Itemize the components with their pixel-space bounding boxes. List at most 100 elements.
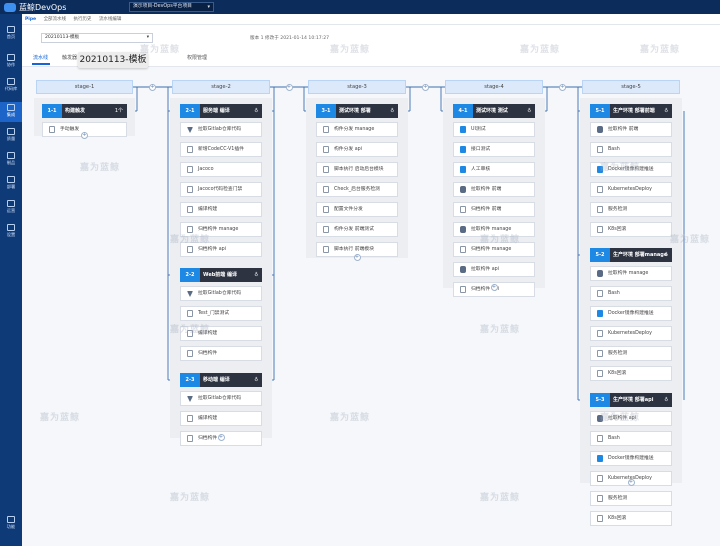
task-item[interactable]: Jacoco [180,162,262,177]
project-selector[interactable]: 演示项目-DevOps平台项目 ▾ [129,2,214,12]
task-item[interactable]: K8s回滚 [590,511,672,526]
task-item[interactable]: 拉取Gitlab仓库代码 [180,286,262,301]
pipeline-select[interactable]: 20210113-模板 ▾ [41,33,153,43]
task-name: 归档构件 api [198,247,227,252]
sidebar-item-deploy[interactable]: 部署 [0,174,22,194]
sidebar-item-artifact[interactable]: 制品 [0,150,22,170]
task-item[interactable]: 归档构件 前端 [453,202,535,217]
watermark: 嘉为蓝鲸 [40,413,81,423]
job-header[interactable]: 2-1 服务端 编译 ♁ [180,104,262,118]
task-name: 服务检测 [608,207,628,212]
task-item[interactable]: 服务检测 [590,346,672,361]
task-item[interactable]: 接口测试 [453,142,535,157]
task-item[interactable]: 服务检测 [590,202,672,217]
task-item[interactable]: Bash [590,431,672,446]
watermark: 嘉为蓝鲸 [480,325,521,335]
job-header[interactable]: 2-3 移动端 编译 ♁ [180,373,262,387]
stage-header[interactable]: stage-3 [308,80,406,94]
stage-name: stage-2 [211,84,231,90]
task-doc-icon [187,186,193,193]
task-item[interactable]: 构件分发 前端测试 [316,222,398,237]
breadcrumb-history[interactable]: 执行历史 [74,17,92,22]
task-item[interactable]: 配置文件分发 [316,202,398,217]
task-item[interactable]: 构件分发 api [316,142,398,157]
job-number: 5-2 [590,248,610,262]
tab-permission[interactable]: 权限管理 [187,54,207,61]
job-number: 5-3 [590,393,610,407]
sidebar-item-home[interactable]: 首页 [0,24,22,44]
watermark: 嘉为蓝鲸 [670,235,711,245]
tab-trigger[interactable]: 触发器 [62,54,77,61]
task-item[interactable]: 脚本执行 启动后台模块 [316,162,398,177]
sidebar-item-settings[interactable]: 设置 [0,222,22,242]
app-logo[interactable]: 蓝鲸DevOps [4,2,66,13]
job-header[interactable]: 4-1 测试环境 测试 ♁ [453,104,535,118]
stage-header[interactable]: stage-2 [172,80,270,94]
job-header[interactable]: 5-2 生产环境 部署manage ♁ [590,248,672,262]
gitlab-icon [187,127,193,133]
task-item[interactable]: KubernetesDeploy [590,326,672,341]
breadcrumb-home[interactable]: Pipe [25,17,36,22]
task-item[interactable]: K8s回滚 [590,366,672,381]
job-header[interactable]: 1-1 构建触发 1个 [42,104,127,118]
task-item[interactable]: Jacoco代码检查门禁 [180,182,262,197]
task-item[interactable]: Docker镜像构建推送 [590,306,672,321]
task-doc-icon [597,435,603,442]
task-item[interactable]: Bash [590,286,672,301]
task-item[interactable]: 人工审核 [453,162,535,177]
task-item[interactable]: 新增CodeCC-V1插件 [180,142,262,157]
job-name: Web前端 编译 [203,272,238,278]
job-number: 1-1 [42,104,62,118]
add-stage-button[interactable]: + [422,83,429,91]
add-stage-button[interactable]: + [149,83,156,91]
task-item[interactable]: K8s回滚 [590,222,672,237]
add-stage-button[interactable]: + [559,83,566,91]
task-item[interactable]: Bash [590,142,672,157]
task-item[interactable]: 服务检测 [590,491,672,506]
add-stage-button[interactable]: + [285,83,293,91]
sidebar-item-code[interactable]: 代码库 [0,76,22,96]
sidebar-item-integration[interactable]: 集成 [0,102,22,122]
task-item[interactable]: 拉取构件 manage [590,266,672,281]
stage-header[interactable]: stage-5 [582,80,680,94]
sidebar-item-label: 集成 [6,112,16,117]
add-task-button[interactable]: + [353,254,361,261]
add-task-button[interactable]: + [490,284,498,291]
sidebar-item-collab[interactable]: 协作 [0,52,22,72]
task-item[interactable]: KubernetesDeploy [590,182,672,197]
sidebar-item-quality[interactable]: 质量 [0,126,22,146]
stage-header[interactable]: stage-1 [36,80,133,94]
add-task-button[interactable]: + [217,434,225,441]
sidebar-item-function[interactable]: 功能 [0,514,22,534]
task-item[interactable]: 构件分发 manage [316,122,398,137]
tab-pipeline[interactable]: 流水线 [33,54,48,61]
hand-icon [49,126,55,133]
job-header[interactable]: 5-1 生产环境 部署前端 ♁ [590,104,672,118]
task-item[interactable]: 拉取Gitlab仓库代码 [180,122,262,137]
task-item[interactable]: 拉取构件 前端 [453,182,535,197]
task-item[interactable]: Check_后台服务检测 [316,182,398,197]
breadcrumb-all-pipelines[interactable]: 全部流水线 [44,17,67,22]
task-item[interactable]: 编译构建 [180,411,262,426]
task-doc-icon [323,146,329,153]
add-task-button[interactable]: + [627,479,635,486]
sidebar-item-ops[interactable]: 运营 [0,198,22,218]
task-doc-icon [187,310,193,317]
task-doc-icon [597,495,603,502]
task-item[interactable]: 拉取Gitlab仓库代码 [180,391,262,406]
job-header[interactable]: 5-3 生产环境 部署api ♁ [590,393,672,407]
stage-header[interactable]: stage-4 [445,80,543,94]
task-item[interactable]: UI测试 [453,122,535,137]
task-doc-icon [187,206,193,213]
job-header[interactable]: 3-1 测试环境 部署 ♁ [316,104,398,118]
task-item[interactable]: 拉取构件 api [453,262,535,277]
task-name: 编译构建 [198,416,218,421]
task-item[interactable]: 编译构建 [180,202,262,217]
job-header[interactable]: 2-2 Web前端 编译 ♁ [180,268,262,282]
ops-icon [7,200,15,207]
task-item[interactable]: Test_门禁测试 [180,306,262,321]
add-task-button[interactable]: + [81,132,88,139]
task-item[interactable]: 归档构件 [180,346,262,361]
task-item[interactable]: 拉取构件 前端 [590,122,672,137]
task-item[interactable]: Docker镜像构建推送 [590,451,672,466]
